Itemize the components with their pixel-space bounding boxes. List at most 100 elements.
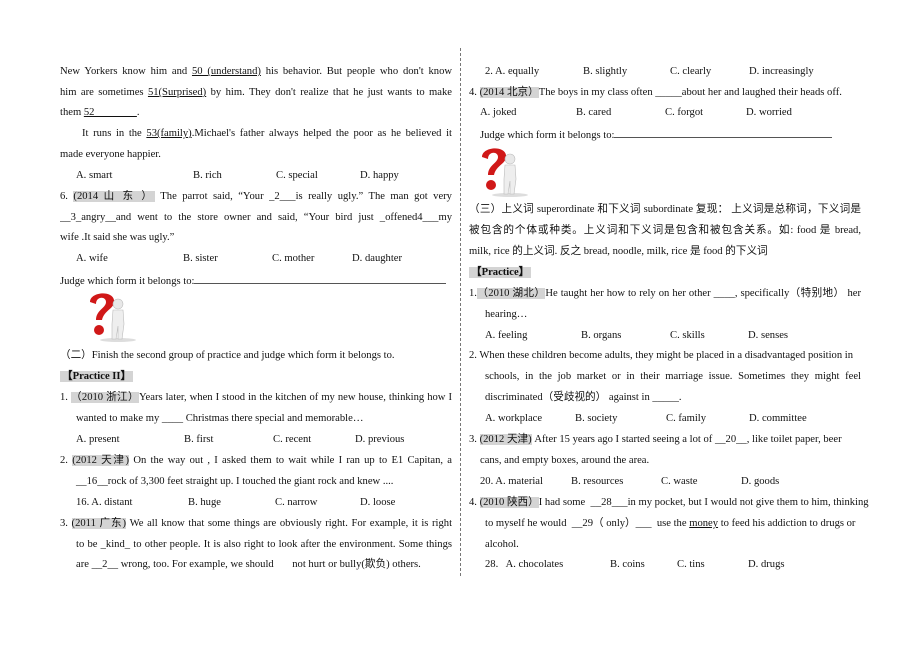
text-line: to myself he would __29（ only）___ use th…	[485, 517, 861, 531]
source-tag: （2010 浙江）	[70, 392, 139, 403]
option: A. workplace	[485, 413, 543, 424]
text: 6.	[60, 191, 74, 202]
source-tag: (2011 广东)	[71, 518, 127, 529]
option: C. special	[276, 170, 318, 181]
option: B. rich	[193, 170, 222, 181]
text: 4.	[469, 497, 480, 508]
text: I had some __28___in my pocket, but I wo…	[538, 497, 869, 508]
question-mark-figure-icon	[90, 293, 136, 342]
text-line: to be _kind_ to other people. It is also…	[76, 539, 452, 550]
option: A. smart	[76, 170, 113, 181]
option: D. happy	[360, 170, 399, 181]
text: The parrot said, “Your _2___is really ug…	[154, 191, 452, 202]
question-mark-figure-icon	[482, 148, 528, 197]
option: D. committee	[749, 413, 807, 424]
answer-blank	[614, 127, 833, 138]
text-line: him are sometimes 51(Surprised) by him. …	[60, 86, 452, 100]
option: A. feeling	[485, 330, 528, 341]
section-heading: （二）Finish the second group of practice a…	[60, 350, 395, 361]
option: 20. A. material	[480, 476, 543, 487]
text-line: alcohol.	[485, 539, 519, 550]
column-divider	[460, 48, 461, 576]
option: D. worried	[746, 107, 792, 118]
text: his behavior. But people who don't know	[260, 66, 452, 77]
option: B. society	[575, 413, 618, 424]
text-line: cans, and empty boxes, around the area.	[480, 455, 650, 466]
text: 1.	[60, 392, 71, 403]
underlined-answer: 50 (understand)	[191, 66, 261, 77]
option: D. increasingly	[749, 66, 814, 77]
text: .	[136, 107, 140, 118]
text: him are sometimes	[60, 87, 148, 98]
option: C. mother	[272, 253, 315, 264]
text: Years later, when I stood in the kitchen…	[138, 392, 452, 403]
text: 3.	[469, 434, 480, 445]
text: On the way out , I asked them to wait wh…	[129, 455, 452, 466]
text-line: wanted to make my ____ Christmas there s…	[76, 413, 364, 424]
judge-label: Judge which form it belongs to:	[60, 276, 195, 287]
text-line: schools, in the job market or in their m…	[485, 371, 861, 382]
practice-question-4: 4. (2010 陕西）I had some __28___in my pock…	[469, 496, 869, 510]
source-tag: (2010 陕西）	[479, 497, 539, 508]
text: them	[60, 107, 84, 118]
option: A. present	[76, 434, 120, 445]
source-tag: （2010 湖北）	[476, 288, 546, 299]
option: C. family	[666, 413, 707, 424]
text: 2.	[60, 455, 73, 466]
text-line: milk, rice 的上义词. 反之 bread, noodle, milk,…	[469, 246, 768, 257]
option: D. drugs	[748, 559, 785, 570]
option: C. narrow	[275, 497, 318, 508]
text: We all know that some things are obvious…	[126, 518, 452, 529]
source-tag: (2012 天津)	[479, 434, 532, 445]
practice-question-1: 1. （2010 浙江）Years later, when I stood in…	[60, 391, 452, 405]
option: A. joked	[480, 107, 517, 118]
underlined-answer: 53(family)	[146, 128, 192, 139]
text: 3.	[60, 518, 72, 529]
source-tag: (2014 北京）	[479, 87, 539, 98]
source-tag: (2012 天津)	[72, 455, 130, 466]
question-6: 6. (2014 山 东 ） The parrot said, “Your _2…	[60, 190, 452, 204]
underlined-word: money	[689, 518, 719, 529]
practice-question-2: 2. (2012 天津) On the way out , I asked th…	[60, 454, 452, 468]
document-page: New Yorkers know him and 50 (understand)…	[0, 0, 920, 650]
text-line: New Yorkers know him and 50 (understand)…	[60, 65, 452, 79]
underlined-blank: 52________	[83, 107, 137, 118]
text: by him. They don't realize that he just …	[206, 87, 452, 98]
section-heading: （三）上义词 superordinate 和下义词 subordinate 复现…	[469, 204, 861, 215]
text-line: It runs in the 53(family).Michael's fath…	[82, 127, 452, 141]
option: C. clearly	[670, 66, 712, 77]
option: B. resources	[571, 476, 624, 487]
judge-line: Judge which form it belongs to:	[60, 273, 452, 289]
text-line: wife .It said she was ugly.”	[60, 232, 175, 243]
practice-heading: 【Practice】	[469, 266, 861, 280]
heading-label: 【Practice】	[469, 267, 532, 278]
option: B. cared	[576, 107, 612, 118]
text: It runs in the	[82, 128, 147, 139]
option: B. sister	[183, 253, 218, 264]
option: 28. A. chocolates	[485, 559, 564, 570]
option: D. senses	[748, 330, 789, 341]
text-line: made everyone happier.	[60, 149, 161, 160]
option: B. coins	[610, 559, 645, 570]
practice-question-1: 1.（2010 湖北）He taught her how to rely on …	[469, 287, 861, 301]
text-line: hearing…	[485, 309, 528, 320]
text: He taught her how to rely on her other _…	[545, 288, 861, 299]
option: D. previous	[355, 434, 405, 445]
option: B. huge	[188, 497, 221, 508]
source-tag: (2014 山 东 ）	[73, 191, 155, 202]
option: 16. A. distant	[76, 497, 133, 508]
text: to myself he would __29（ only）___ use th…	[485, 518, 690, 529]
practice-question-3: 3. (2012 天津) After 15 years ago I starte…	[469, 433, 861, 447]
text-line: 被包含的个体或种类。上义词和下义词是包含和被包含关系。如: food 是 bre…	[469, 225, 861, 236]
option: B. organs	[581, 330, 622, 341]
text: New Yorkers know him and	[60, 66, 192, 77]
answer-blank	[194, 273, 447, 284]
text: After 15 years ago I started seeing a lo…	[531, 434, 842, 445]
option: C. tins	[677, 559, 705, 570]
option: D. goods	[741, 476, 780, 487]
heading-label: 【Practice II】	[60, 371, 134, 382]
practice-question-2: 2. When these children become adults, th…	[469, 350, 854, 361]
judge-label: Judge which form it belongs to:	[480, 130, 615, 141]
option: C. waste	[661, 476, 698, 487]
option: C. skills	[670, 330, 705, 341]
